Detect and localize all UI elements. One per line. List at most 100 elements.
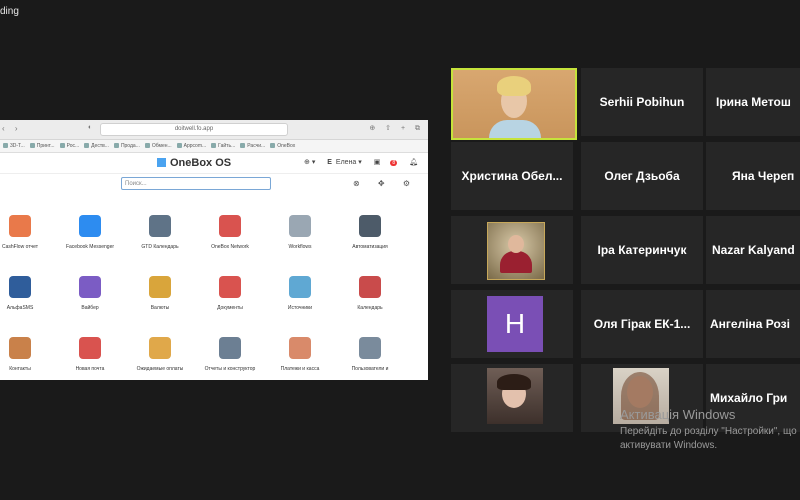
- app-tile[interactable]: Источники: [265, 276, 335, 311]
- logo-square-icon: [157, 158, 166, 167]
- avatar: [487, 368, 543, 424]
- browser-tools-icons[interactable]: ⊕ ⇧ + ⧉: [369, 124, 424, 133]
- participant-tile[interactable]: Ангеліна Розі: [706, 290, 800, 358]
- participant-tile[interactable]: [451, 364, 573, 432]
- participant-tile[interactable]: Ірина Метош: [706, 68, 800, 136]
- app-label: Документы: [217, 305, 243, 311]
- app-tile[interactable]: Отчеты и конструктор: [195, 337, 265, 372]
- app-icon: [9, 215, 31, 237]
- app-icon: [219, 276, 241, 298]
- app-label: Источники: [287, 305, 313, 311]
- app-tile[interactable]: Валюты: [125, 276, 195, 311]
- active-speaker-video[interactable]: [451, 68, 577, 140]
- app-tile[interactable]: Ожидаемые оплаты: [125, 337, 195, 372]
- app-label: Платежи и касса: [280, 366, 320, 372]
- app-tile[interactable]: Facebook Messenger: [55, 215, 125, 250]
- participant-tile[interactable]: [451, 216, 573, 284]
- shield-icon: ◐: [88, 124, 93, 131]
- bookmark-item[interactable]: Appcom...: [177, 140, 207, 152]
- app-icon: [9, 276, 31, 298]
- add-icon[interactable]: ⊕ ▾: [304, 159, 315, 166]
- bookmark-item[interactable]: Обмен...: [145, 140, 172, 152]
- participant-tile[interactable]: Христина Обел...: [451, 142, 573, 210]
- avatar-initial: H: [487, 296, 543, 352]
- notifications-button[interactable]: ▣ 8: [374, 159, 398, 166]
- app-tile[interactable]: Workflows: [265, 215, 335, 250]
- app-tile[interactable]: Вайбер: [55, 276, 125, 311]
- bookmark-item[interactable]: OneBox: [270, 140, 295, 152]
- search-input[interactable]: Поиск...: [121, 177, 271, 190]
- app-label: Вайбер: [81, 305, 99, 311]
- browser-nav-icons[interactable]: ‹ ›: [2, 124, 22, 133]
- app-icon: [219, 215, 241, 237]
- participant-tile[interactable]: Serhii Pobihun: [581, 68, 703, 136]
- app-label: OneBox Network: [211, 244, 249, 250]
- bookmark-item[interactable]: Гайть...: [211, 140, 235, 152]
- bookmark-item[interactable]: 3D-Т...: [3, 140, 25, 152]
- app-tile[interactable]: Автоматизация: [335, 215, 405, 250]
- app-tile[interactable]: АльфаSMS: [0, 276, 55, 311]
- app-tile[interactable]: GTD Календарь: [125, 215, 195, 250]
- app-label: Ожидаемые оплаты: [136, 366, 184, 372]
- onebox-logo[interactable]: OneBox OS: [157, 157, 231, 169]
- app-tile[interactable]: OneBox Network: [195, 215, 265, 250]
- participant-tile[interactable]: Іра Катеринчук: [581, 216, 703, 284]
- app-tile[interactable]: Контакты: [0, 337, 55, 372]
- address-bar[interactable]: doitwell.fo.app: [100, 123, 288, 136]
- app-tile[interactable]: Документы: [195, 276, 265, 311]
- app-icon: [149, 337, 171, 359]
- bookmark-item[interactable]: Деств...: [84, 140, 109, 152]
- app-label: Новая почта: [75, 366, 105, 372]
- app-label: Автоматизация: [352, 244, 388, 250]
- app-icon: [359, 337, 381, 359]
- app-label: GTD Календарь: [141, 244, 179, 250]
- app-label: Отчеты и конструктор: [204, 366, 256, 372]
- participant-tile[interactable]: Яна Череп: [706, 142, 800, 210]
- app-label: Facebook Messenger: [65, 244, 115, 250]
- app-tile[interactable]: Календарь: [335, 276, 405, 311]
- app-tile[interactable]: Пользователи и: [335, 337, 405, 372]
- app-label: АльфаSMS: [6, 305, 34, 311]
- app-icon: [149, 215, 171, 237]
- bookmark-item[interactable]: Принт...: [30, 140, 55, 152]
- app-tile[interactable]: Платежи и касса: [265, 337, 335, 372]
- shared-screen: ‹ › ◐ doitwell.fo.app ⊕ ⇧ + ⧉ 3D-Т... При…: [0, 120, 428, 380]
- bookmark-item[interactable]: Прода...: [114, 140, 140, 152]
- bookmarks-bar: 3D-Т... Принт... Рос... Деств... Прода... Обм…: [0, 140, 428, 153]
- app-header: OneBox OS ⊕ ▾ E Елена ▾ ▣ 8 🔔︎: [0, 153, 428, 174]
- app-icon: [79, 337, 101, 359]
- app-label: Workflows: [288, 244, 312, 250]
- app-icon: [79, 276, 101, 298]
- app-icon: [359, 276, 381, 298]
- app-icon: [219, 337, 241, 359]
- avatar: [487, 222, 545, 280]
- app-icon: [149, 276, 171, 298]
- app-tile[interactable]: CashFlow отчет: [0, 215, 55, 250]
- bell-icon[interactable]: 🔔︎: [409, 159, 418, 166]
- app-label: Контакты: [9, 366, 31, 372]
- speaker-hair: [497, 76, 531, 96]
- app-icon: [79, 215, 101, 237]
- search-tools[interactable]: ⊗ ✥ ⚙: [353, 179, 418, 188]
- app-icon: [9, 337, 31, 359]
- participant-tile[interactable]: Оля Гірак ЕК-1...: [581, 290, 703, 358]
- activation-title: Активація Windows: [620, 407, 736, 422]
- bookmark-item[interactable]: Расчи...: [240, 140, 265, 152]
- notification-badge: 8: [390, 160, 398, 166]
- bookmark-item[interactable]: Рос...: [60, 140, 80, 152]
- app-icon: [359, 215, 381, 237]
- app-icon: [289, 337, 311, 359]
- participant-tile[interactable]: Nazar Kalyand: [706, 216, 800, 284]
- app-label: Валюты: [150, 305, 170, 311]
- user-menu[interactable]: E Елена ▾: [327, 159, 362, 166]
- recording-status: ding: [0, 6, 19, 17]
- app-icon: [289, 215, 311, 237]
- app-tile[interactable]: Новая почта: [55, 337, 125, 372]
- participant-tile[interactable]: Олег Дзьоба: [581, 142, 703, 210]
- browser-toolbar: ‹ › ◐ doitwell.fo.app ⊕ ⇧ + ⧉: [0, 120, 428, 140]
- header-actions: ⊕ ▾ E Елена ▾ ▣ 8 🔔︎: [294, 158, 418, 166]
- app-icon: [289, 276, 311, 298]
- app-label: CashFlow отчет: [1, 244, 39, 250]
- participant-tile[interactable]: H: [451, 290, 573, 358]
- activation-text: Перейдіть до розділу "Настройки", що акт…: [620, 426, 797, 451]
